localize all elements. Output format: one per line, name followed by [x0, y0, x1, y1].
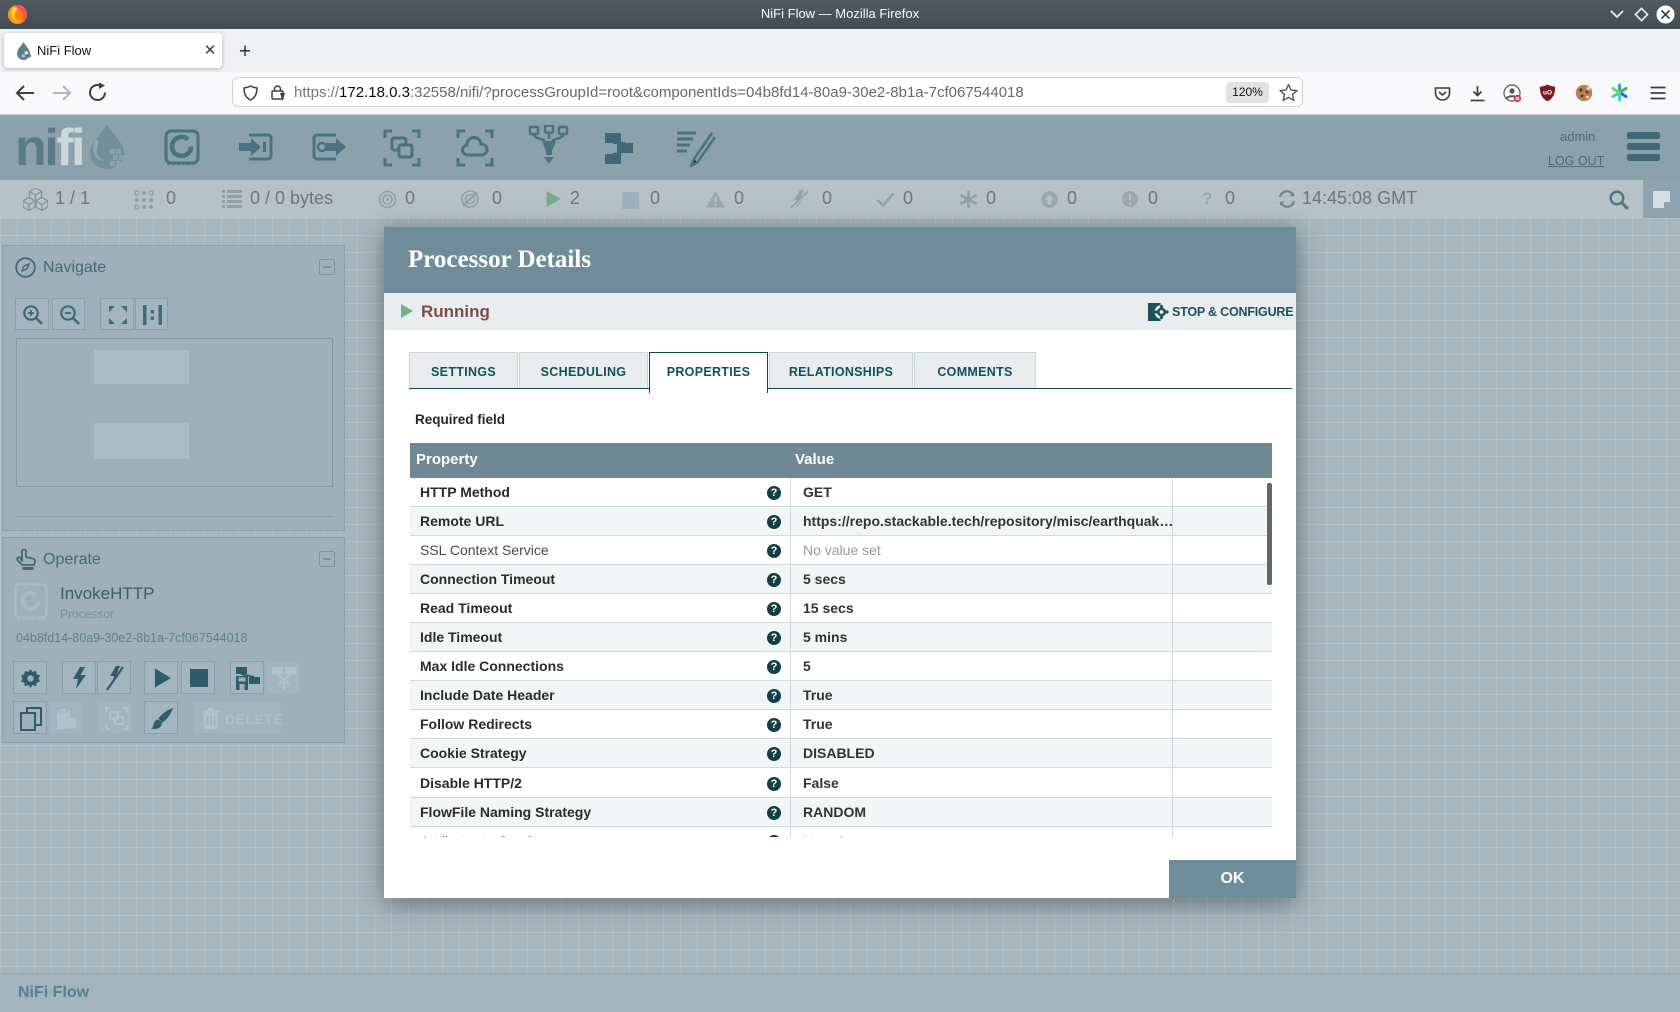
svg-text:uO: uO	[1543, 90, 1552, 97]
